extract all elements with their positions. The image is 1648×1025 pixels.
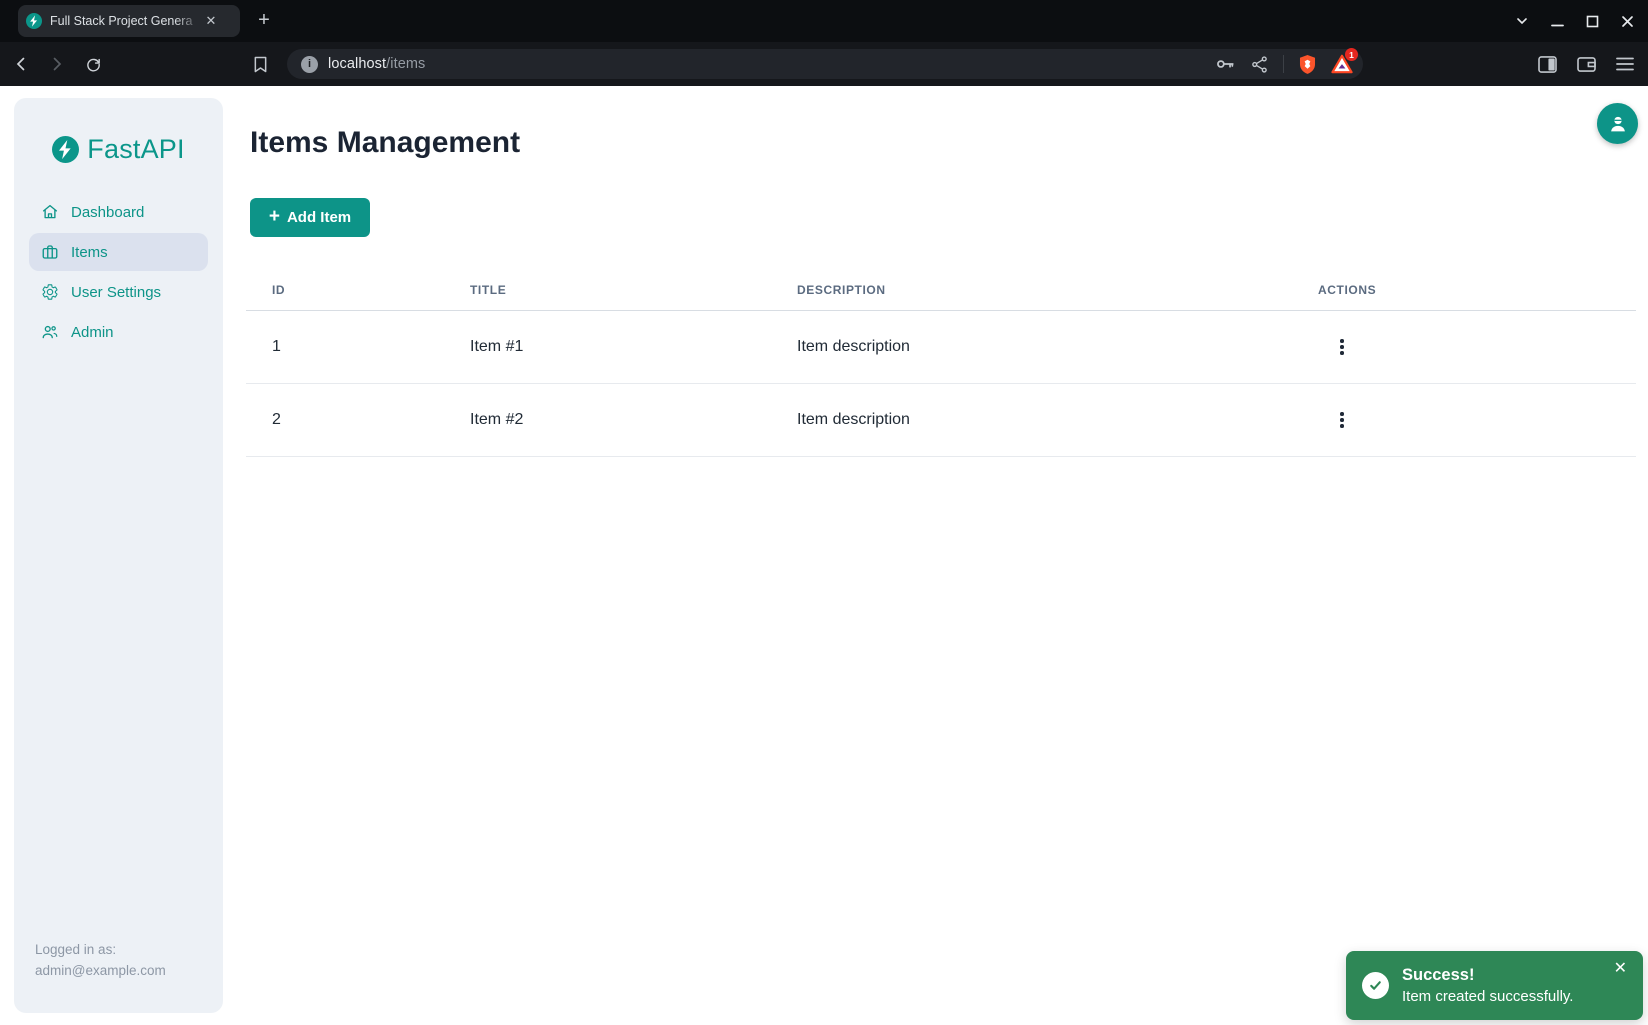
maximize-button[interactable] [1586,15,1599,28]
browser-window: Full Stack Project Genera ✕ + i localhos… [0,0,1648,1025]
users-icon [41,323,59,341]
success-toast: Success! Item created successfully. ✕ [1346,951,1643,1020]
brand-name: FastAPI [87,134,184,165]
items-table: ID TITLE DESCRIPTION ACTIONS 1 Item #1 I… [246,270,1636,457]
toast-close-button[interactable]: ✕ [1610,957,1631,981]
plus-icon: + [269,207,280,226]
row-actions-menu-button[interactable] [1329,332,1355,362]
password-key-icon[interactable] [1214,53,1236,75]
tab-title: Full Stack Project Genera [50,14,202,28]
toolbar-divider [1283,55,1284,73]
reload-button[interactable] [78,49,108,79]
site-info-icon[interactable]: i [301,56,318,73]
cell-id: 1 [246,338,470,356]
new-tab-button[interactable]: + [252,9,276,33]
url-text: localhost/items [328,56,425,72]
wallet-icon[interactable] [1577,56,1596,73]
sidebar-item-items[interactable]: Items [29,233,208,271]
col-header-description: DESCRIPTION [797,283,1318,297]
logged-in-label: Logged in as: [35,939,166,960]
cell-title: Item #2 [470,411,797,429]
sidebar-item-label: Dashboard [71,204,144,221]
logged-in-info: Logged in as: admin@example.com [35,939,166,981]
cell-description: Item description [797,411,1318,429]
tab-strip: Full Stack Project Genera ✕ + [0,0,1648,42]
table-row: 2 Item #2 Item description [246,384,1636,457]
cell-description: Item description [797,338,1318,356]
success-check-icon [1362,972,1389,999]
sidebar-item-admin[interactable]: Admin [29,313,208,351]
browser-tab[interactable]: Full Stack Project Genera ✕ [18,5,240,37]
page-content: FastAPI Dashboard Items User Settings A [0,86,1648,1025]
table-header-row: ID TITLE DESCRIPTION ACTIONS [246,270,1636,311]
tab-search-chevron-icon[interactable] [1515,14,1529,28]
col-header-actions: ACTIONS [1318,283,1636,297]
brand: FastAPI [14,98,223,165]
cell-title: Item #1 [470,338,797,356]
gear-icon [41,283,59,301]
tab-close-icon[interactable]: ✕ [202,12,220,30]
browser-toolbar: i localhost/items 1 [0,42,1648,86]
col-header-title: TITLE [470,283,797,297]
home-icon [41,203,59,221]
sidebar-item-label: Items [71,244,108,261]
table-row: 1 Item #1 Item description [246,311,1636,384]
share-icon[interactable] [1250,55,1269,74]
add-item-button[interactable]: + Add Item [250,198,370,237]
cell-id: 2 [246,411,470,429]
user-avatar-button[interactable] [1597,103,1638,144]
close-window-button[interactable] [1621,15,1634,28]
fastapi-favicon-icon [26,13,42,29]
col-header-id: ID [246,283,470,297]
fastapi-logo-icon [52,136,79,163]
brave-shield-icon[interactable] [1298,54,1317,75]
logged-in-email: admin@example.com [35,960,166,981]
brave-rewards-icon[interactable]: 1 [1331,54,1353,74]
sidebar: FastAPI Dashboard Items User Settings A [14,98,223,1013]
rewards-notification-badge: 1 [1345,48,1358,61]
menu-hamburger-icon[interactable] [1616,57,1634,71]
sidebar-item-label: User Settings [71,284,161,301]
forward-button[interactable] [42,49,72,79]
side-panel-icon[interactable] [1538,56,1557,73]
back-button[interactable] [6,49,36,79]
sidebar-item-dashboard[interactable]: Dashboard [29,193,208,231]
row-actions-menu-button[interactable] [1329,405,1355,435]
user-icon [1607,113,1629,135]
page-title: Items Management [250,126,520,160]
toast-message: Item created successfully. [1402,986,1573,1007]
toast-title: Success! [1402,964,1573,986]
sidebar-item-user-settings[interactable]: User Settings [29,273,208,311]
url-bar[interactable]: i localhost/items 1 [287,49,1363,79]
minimize-button[interactable] [1551,15,1564,28]
bookmark-icon[interactable] [246,49,274,79]
briefcase-icon [41,243,59,261]
sidebar-item-label: Admin [71,324,114,341]
